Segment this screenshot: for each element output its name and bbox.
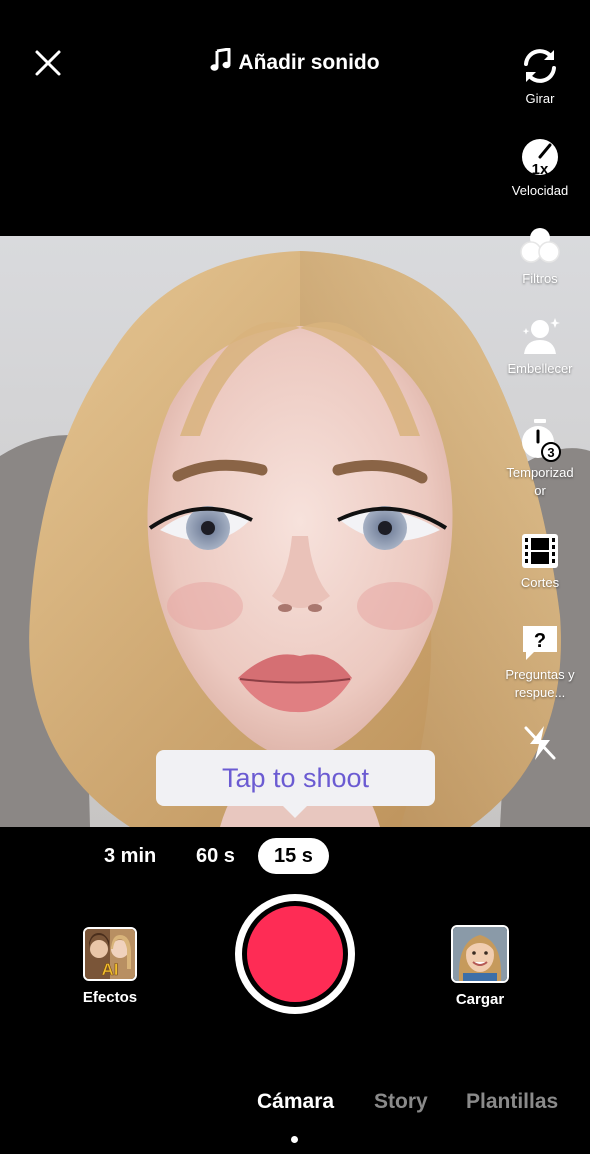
tap-to-shoot-tooltip: Tap to shoot xyxy=(156,750,435,818)
question-bubble-icon: ? xyxy=(523,626,557,660)
beautify-icon xyxy=(522,318,560,354)
svg-text:?: ? xyxy=(534,630,546,652)
speed-badge: 1x xyxy=(532,161,549,178)
upload-button[interactable]: Cargar xyxy=(444,925,516,1008)
tab-camera[interactable]: Cámara xyxy=(257,1090,334,1114)
add-sound-label: Añadir sonido xyxy=(238,51,380,74)
duration-60s[interactable]: 60 s xyxy=(196,838,235,874)
effects-button[interactable]: AI Efectos xyxy=(74,927,146,1006)
timer-badge: 3 xyxy=(547,445,554,460)
upload-thumbnail xyxy=(451,925,509,983)
flash-off-icon xyxy=(524,726,556,760)
active-mode-indicator xyxy=(291,1136,298,1143)
duration-15s[interactable]: 15 s xyxy=(258,838,329,874)
flip-camera-icon xyxy=(524,49,556,83)
duration-selector: 3 min 60 s 15 s xyxy=(0,838,590,874)
mode-tabs: Cámara Story Plantillas xyxy=(0,1090,590,1120)
tool-flip-label: Girar xyxy=(525,91,555,106)
tool-flash[interactable] xyxy=(495,724,585,762)
top-bar: Añadir sonido xyxy=(0,0,590,236)
film-icon xyxy=(522,534,558,568)
timer-icon: 3 xyxy=(522,419,561,462)
tool-flip[interactable]: Girar xyxy=(495,46,585,108)
effects-label: Efectos xyxy=(82,989,138,1006)
tool-beautify-label: Embellecer xyxy=(507,361,573,376)
tool-questions-label: Preguntas y respue... xyxy=(505,667,575,700)
filters-icon xyxy=(520,228,560,263)
tool-beautify[interactable]: Embellecer xyxy=(495,316,585,378)
upload-label: Cargar xyxy=(455,991,505,1008)
music-note-icon xyxy=(210,47,231,71)
tool-speed[interactable]: 1x Velocidad xyxy=(495,136,585,200)
tool-filters[interactable]: Filtros xyxy=(495,226,585,288)
effects-ai-badge: AI xyxy=(102,960,119,979)
effects-thumbnail: AI xyxy=(83,927,137,981)
tool-filters-label: Filtros xyxy=(522,271,558,286)
tool-cuts[interactable]: Cortes xyxy=(495,532,585,592)
tool-questions[interactable]: ? Preguntas y respue... xyxy=(495,622,585,702)
tooltip-text: Tap to shoot xyxy=(221,763,370,793)
duration-3min[interactable]: 3 min xyxy=(104,838,156,874)
tool-timer-label: Temporizador xyxy=(506,465,574,498)
speed-icon: 1x xyxy=(522,139,558,178)
tab-templates[interactable]: Plantillas xyxy=(466,1090,558,1114)
tool-speed-label: Velocidad xyxy=(511,183,569,198)
record-core xyxy=(247,906,343,1002)
tool-cuts-label: Cortes xyxy=(520,575,560,590)
tool-timer[interactable]: 3 Temporizador xyxy=(495,418,585,500)
tab-story[interactable]: Story xyxy=(374,1090,428,1114)
record-button[interactable] xyxy=(235,894,355,1014)
